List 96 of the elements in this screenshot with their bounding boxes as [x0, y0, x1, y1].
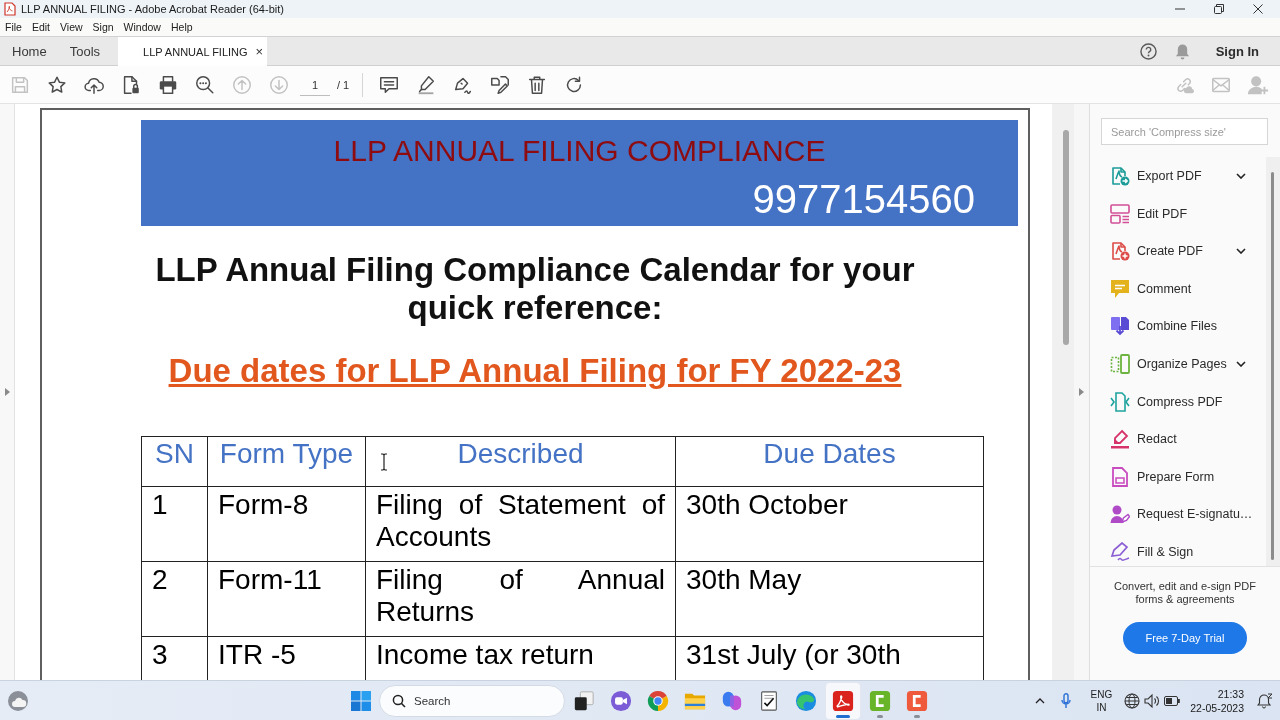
scrollbar-thumb[interactable] — [1063, 130, 1069, 345]
table-cell: Form-8 — [207, 486, 366, 562]
table-header-cell: Form Type — [207, 436, 366, 487]
tool-item[interactable]: Fill & Sign — [1090, 538, 1266, 565]
menu-item[interactable]: Window — [118, 21, 166, 33]
table-cell: Filing of Annual Returns — [365, 561, 676, 637]
combine-documents-icon — [1110, 316, 1130, 337]
promo-text: Convert, edit and e-sign PDF forms & agreements — [1113, 580, 1257, 606]
table-header-cell: Due Dates — [675, 436, 984, 487]
nav-tab[interactable]: Tools — [57, 37, 112, 65]
scrollbar[interactable] — [1266, 157, 1280, 566]
person-pen-icon — [1110, 504, 1130, 525]
search-icon — [392, 693, 406, 708]
document-arrow-icon — [1110, 166, 1130, 186]
checklist-icon — [758, 689, 780, 712]
table-header-cell: Described — [365, 436, 676, 487]
running-indicator-icon — [877, 714, 883, 718]
table-header-cell: SN — [141, 436, 208, 487]
start-icon[interactable] — [351, 690, 371, 711]
zoom-icon[interactable] — [194, 73, 216, 96]
restore-icon[interactable] — [1214, 4, 1224, 14]
bracket-tile-icon — [906, 689, 928, 712]
weather-icon[interactable] — [7, 689, 29, 712]
globe-icon[interactable] — [1124, 692, 1141, 709]
bracket-tile-icon — [869, 689, 891, 712]
text-cursor-icon — [380, 453, 388, 471]
battery-icon[interactable] — [1164, 695, 1181, 706]
search-field[interactable]: Search 'Compress size' — [1101, 118, 1268, 145]
scrollbar-thumb[interactable] — [1271, 172, 1274, 560]
caret-right-icon[interactable] — [1079, 388, 1084, 396]
table-cell: 30th October — [675, 486, 984, 562]
sign-in-link[interactable]: Sign In — [1215, 43, 1259, 59]
table-cell: 2 — [141, 561, 208, 637]
speech-bubble-icon — [1110, 278, 1130, 299]
help-icon[interactable] — [1139, 42, 1157, 60]
document-heading: LLP Annual Filing Compliance Calendar for your quick reference: — [154, 251, 916, 327]
phone-number: 9977154560 — [752, 176, 975, 222]
speaker-icon[interactable] — [1144, 692, 1161, 709]
pages-icon — [1110, 353, 1130, 374]
form-icon — [1110, 466, 1130, 487]
language-indicator[interactable]: ENG IN — [1090, 687, 1113, 714]
running-indicator-icon — [914, 714, 920, 718]
overlapping-shapes-icon — [721, 689, 743, 712]
tool-item[interactable]: Prepare Form — [1090, 463, 1266, 490]
menu-item[interactable]: Help — [165, 21, 198, 33]
tab-close-button[interactable]: × — [255, 44, 264, 59]
search-field[interactable]: Search — [379, 684, 565, 717]
running-indicator-icon — [836, 714, 850, 718]
signature-pen-icon — [1110, 541, 1130, 562]
menu-item[interactable]: File — [0, 21, 27, 33]
tool-item[interactable]: Combine Files — [1090, 313, 1266, 340]
tool-item[interactable]: Request E-signatu… — [1090, 501, 1266, 528]
chevron-up-icon[interactable] — [1034, 697, 1045, 704]
microphone-icon[interactable] — [1060, 692, 1071, 709]
page-count: / 1 — [337, 78, 350, 91]
wave-circle-icon — [795, 689, 817, 712]
layout-icon — [1110, 203, 1130, 224]
tool-item[interactable]: Redact — [1090, 426, 1266, 453]
scrollbar[interactable] — [1052, 104, 1074, 680]
banner-title: LLP ANNUAL FILING COMPLIANCE — [333, 133, 826, 169]
chevron-down-icon[interactable] — [1236, 173, 1246, 179]
menu-item[interactable]: Edit — [26, 21, 55, 33]
tool-item[interactable]: Compress PDF — [1090, 388, 1266, 415]
trial-button[interactable]: Free 7-Day Trial — [1123, 622, 1247, 654]
tool-item[interactable]: Organize Pages — [1090, 350, 1266, 377]
tool-item[interactable]: Create PDF — [1090, 238, 1266, 265]
table-cell: Filing of Statement of Accounts — [365, 486, 676, 562]
print-icon[interactable] — [157, 73, 179, 96]
tool-item[interactable]: Edit PDF — [1090, 200, 1266, 227]
chevron-down-icon[interactable] — [1236, 248, 1246, 255]
document-icon — [4, 2, 16, 16]
edit-document-icon[interactable] — [489, 73, 512, 96]
window-title: LLP ANNUAL FILING - Adobe Acrobat Reader (64-bit) — [21, 3, 284, 15]
clock[interactable]: 21:33 22-05-2023 — [1190, 686, 1244, 715]
caret-right-icon[interactable] — [4, 388, 10, 396]
tricolor-circle-icon — [647, 689, 669, 712]
document-tab[interactable]: LLP ANNUAL FILING × — [118, 37, 268, 66]
table-cell: 30th May — [675, 561, 984, 637]
close-icon[interactable] — [1253, 4, 1263, 14]
nav-tab[interactable]: Home — [0, 37, 58, 65]
document-subheading: Due dates for LLP Annual Filing for FY 2022-23 — [168, 352, 902, 390]
table-cell: 1 — [141, 486, 208, 562]
swoosh-tile-icon — [832, 689, 854, 712]
menu-item[interactable]: Sign — [87, 21, 119, 33]
table-cell: Form-11 — [207, 561, 366, 637]
chevron-down-icon[interactable] — [1236, 360, 1246, 367]
stacked-squares-icon — [573, 689, 595, 712]
compress-icon — [1110, 391, 1130, 412]
menu-item[interactable]: View — [55, 21, 88, 33]
page-number-field[interactable]: 1 — [300, 73, 330, 96]
bell-icon[interactable] — [1257, 692, 1273, 709]
tool-item[interactable]: Comment — [1090, 275, 1266, 302]
tool-item[interactable]: Export PDF — [1090, 163, 1266, 189]
video-chat-icon — [610, 689, 632, 712]
marker-icon — [1110, 429, 1130, 450]
document-plus-icon — [1110, 241, 1130, 262]
